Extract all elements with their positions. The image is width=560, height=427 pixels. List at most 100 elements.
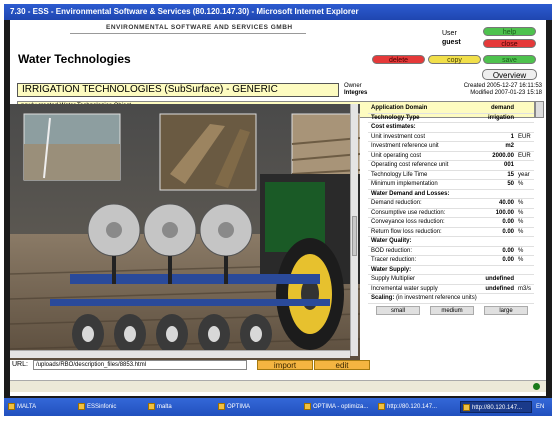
window-icon bbox=[218, 402, 225, 410]
property-key: Cost estimates: bbox=[371, 124, 416, 130]
scaling-label: Scaling: (in investment reference units) bbox=[371, 295, 477, 301]
property-value: 0.00 bbox=[502, 219, 514, 225]
technology-image bbox=[10, 104, 360, 360]
property-row: BOD reduction: 0.00% bbox=[368, 247, 534, 256]
property-key: Water Demand and Losses: bbox=[371, 190, 450, 197]
taskbar-item-label: EN bbox=[536, 404, 545, 410]
overview-button[interactable]: Overview bbox=[482, 69, 537, 80]
taskbar-item-label: OPTIMA - optimiza... bbox=[313, 404, 369, 410]
property-unit: % bbox=[518, 209, 524, 216]
property-key: Tracer reduction: bbox=[371, 257, 417, 263]
property-row: Technology Type irrigation bbox=[368, 114, 534, 123]
scale-small-button[interactable]: small bbox=[376, 305, 420, 315]
property-unit: EUR bbox=[518, 152, 531, 159]
property-row: Return flow loss reduction: 0.00% bbox=[368, 228, 534, 237]
property-key: Technology Type bbox=[371, 114, 420, 121]
window-icon bbox=[378, 402, 385, 410]
taskbar-item[interactable]: EN bbox=[536, 401, 550, 413]
property-row: Application Domain demand bbox=[368, 104, 534, 114]
property-value: 1 bbox=[510, 133, 514, 140]
property-value: 0.00 bbox=[502, 257, 514, 263]
property-row: Water Supply: bbox=[368, 266, 534, 275]
property-key: Demand reduction: bbox=[371, 200, 422, 206]
property-key: Technology Life Time bbox=[371, 171, 428, 178]
window-title: 7.30 - ESS - Environmental Software & Se… bbox=[4, 4, 552, 20]
property-key: Return flow loss reduction: bbox=[371, 228, 442, 235]
url-label: URL: bbox=[12, 361, 28, 368]
property-value: 0.00 bbox=[502, 228, 514, 235]
property-unit: % bbox=[518, 200, 524, 206]
object-name: IRRIGATION TECHNOLOGIES (SubSurface) - G… bbox=[17, 83, 339, 97]
help-button[interactable]: help bbox=[483, 27, 536, 36]
property-value: 15 bbox=[507, 171, 514, 178]
property-unit: % bbox=[518, 247, 524, 254]
taskbar-item[interactable]: OPTIMA bbox=[218, 401, 300, 413]
taskbar-item[interactable]: ESSinfonic bbox=[78, 401, 144, 413]
properties-list: Application Domain demand Technology Type i… bbox=[368, 104, 534, 294]
window-icon bbox=[78, 402, 85, 410]
taskbar-item[interactable]: MALTA bbox=[8, 401, 74, 413]
taskbar-item[interactable]: http://80.120.147... bbox=[460, 401, 532, 413]
property-value: undefined bbox=[485, 276, 514, 282]
status-bar bbox=[10, 380, 546, 392]
property-row: Demand reduction: 40.00% bbox=[368, 199, 534, 209]
property-row: Incremental water supply undefined m3/s bbox=[368, 285, 534, 294]
property-row: Water Demand and Losses: bbox=[368, 190, 534, 199]
user-value: guest bbox=[442, 39, 461, 46]
close-button[interactable]: close bbox=[483, 39, 536, 48]
taskbar-item-label: malta bbox=[157, 404, 172, 410]
property-row: Unit operating cost 2000.00 EUR bbox=[368, 152, 534, 161]
created-timestamp: Created 2005-12-27 16:11:53 bbox=[463, 83, 542, 89]
window-icon bbox=[463, 403, 470, 411]
property-key: Minimum implementation bbox=[371, 181, 438, 187]
taskbar-item[interactable]: http://80.120.147... bbox=[378, 401, 456, 413]
property-row: Unit investment cost 1 EUR bbox=[368, 133, 534, 142]
property-row: Cost estimates: bbox=[368, 123, 534, 133]
property-row: Technology Life Time 15 year bbox=[368, 171, 534, 180]
property-unit: % bbox=[518, 181, 524, 187]
property-value: 100.00 bbox=[495, 209, 514, 216]
property-key: BOD reduction: bbox=[371, 247, 413, 254]
property-value: irrigation bbox=[487, 114, 514, 121]
property-row: Investment reference unit m2 bbox=[368, 142, 534, 152]
taskbar: MALTA ESSinfonic malta OPTIMA OPTIMA - optim… bbox=[4, 398, 552, 416]
image-scroll-thumb[interactable] bbox=[352, 216, 357, 256]
taskbar-item[interactable]: malta bbox=[148, 401, 214, 413]
property-value: 0.00 bbox=[502, 247, 514, 254]
properties-panel: Application Domain demand Technology Type i… bbox=[368, 104, 534, 362]
taskbar-item-label: OPTIMA bbox=[227, 404, 251, 410]
property-key: Conveyance loss reduction: bbox=[371, 219, 445, 225]
scale-large-button[interactable]: large bbox=[484, 305, 528, 315]
property-unit: m3/s bbox=[518, 285, 532, 292]
save-button[interactable]: save bbox=[483, 55, 536, 64]
edit-button[interactable]: edit bbox=[314, 360, 370, 370]
modified-timestamp: Modified 2007-01-23 15:18 bbox=[470, 90, 542, 96]
property-row: Tracer reduction: 0.00% bbox=[368, 256, 534, 266]
property-row: Consumptive use reduction: 100.00% bbox=[368, 209, 534, 218]
owner-label: Owner bbox=[344, 83, 362, 89]
description-scrollbar[interactable] bbox=[535, 101, 544, 118]
property-value: demand bbox=[490, 105, 514, 111]
property-row: Minimum implementation 50% bbox=[368, 180, 534, 190]
window-icon bbox=[8, 402, 15, 410]
company-name: ENVIRONMENTAL SOFTWARE AND SERVICES GMBH bbox=[106, 24, 293, 31]
taskbar-item[interactable]: OPTIMA - optimiza... bbox=[304, 401, 374, 413]
property-unit: % bbox=[518, 228, 524, 235]
copy-button[interactable]: copy bbox=[428, 55, 481, 64]
taskbar-item-label: MALTA bbox=[17, 404, 37, 410]
property-value: undefined bbox=[485, 285, 514, 292]
scale-medium-button[interactable]: medium bbox=[430, 305, 474, 315]
property-unit: % bbox=[518, 257, 524, 263]
image-vertical-scrollbar[interactable] bbox=[350, 104, 358, 356]
scaling-row: Scaling: (in investment reference units) bbox=[368, 294, 534, 304]
delete-button[interactable]: delete bbox=[372, 55, 425, 64]
property-value: 40.00 bbox=[498, 200, 514, 206]
property-key: Unit operating cost bbox=[371, 152, 422, 159]
property-value: m2 bbox=[505, 143, 514, 149]
property-key: Application Domain bbox=[371, 105, 428, 111]
image-horizontal-scrollbar[interactable] bbox=[10, 350, 350, 358]
url-input[interactable]: /uploads/RBO/description_files/8853.html bbox=[33, 360, 247, 370]
property-key: Consumptive use reduction: bbox=[371, 209, 446, 216]
property-key: Unit investment cost bbox=[371, 133, 426, 140]
import-button[interactable]: import bbox=[257, 360, 313, 370]
